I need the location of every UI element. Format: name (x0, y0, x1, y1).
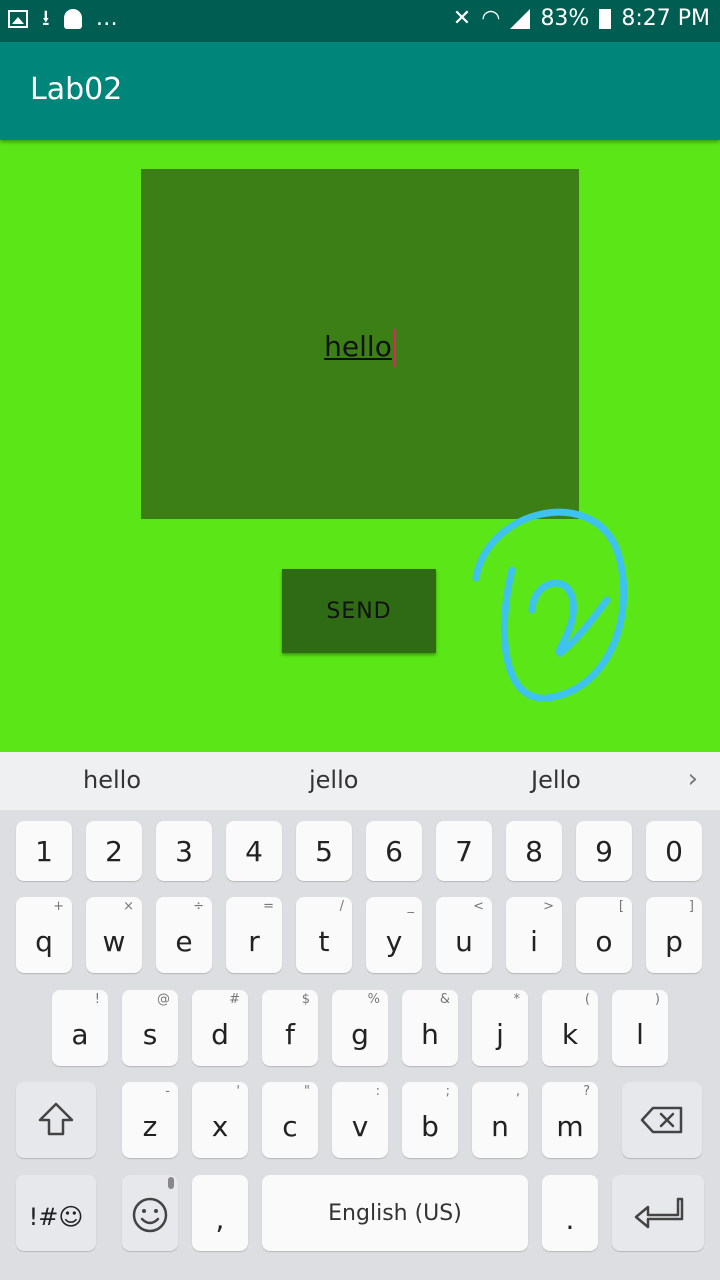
key-1[interactable]: 1 (16, 821, 72, 881)
status-bar: ⭳ … ✕ ◠ 83% 8:27 PM (0, 0, 720, 42)
key-r[interactable]: = r (226, 897, 282, 973)
comma-key[interactable]: , (192, 1175, 248, 1251)
suggestion-2[interactable]: jello (309, 766, 358, 794)
keyboard: 1 2 3 4 5 6 7 8 9 0 + q × w ÷ e = r / t _ y < u… (0, 810, 720, 1280)
emoji-icon (132, 1197, 168, 1233)
key-i[interactable]: > i (506, 897, 562, 973)
text-input-area[interactable]: hello (141, 169, 579, 519)
chevron-right-icon[interactable]: › (688, 764, 698, 794)
key-x[interactable]: ' x (192, 1082, 248, 1158)
key-t[interactable]: / t (296, 897, 352, 973)
space-key[interactable]: English (US) (262, 1175, 528, 1251)
period-key[interactable]: . (542, 1175, 598, 1251)
key-q[interactable]: + q (16, 897, 72, 973)
backspace-icon (640, 1106, 683, 1134)
key-h[interactable]: & h (402, 990, 458, 1066)
key-v[interactable]: :v (332, 1082, 388, 1158)
key-j[interactable]: * j (472, 990, 528, 1066)
key-9[interactable]: 9 (576, 821, 632, 881)
gallery-icon (8, 10, 28, 28)
key-g[interactable]: % g (332, 990, 388, 1066)
signal-icon (510, 8, 531, 29)
key-8[interactable]: 8 (506, 821, 562, 881)
key-l[interactable]: ) l (612, 990, 668, 1066)
shift-icon (38, 1102, 74, 1136)
clock: 8:27 PM (621, 6, 710, 31)
key-w[interactable]: × w (86, 897, 142, 973)
key-c[interactable]: " c (262, 1082, 318, 1158)
snapchat-icon (63, 9, 82, 29)
backspace-key[interactable] (622, 1082, 702, 1158)
vibrate-mute-icon: ✕ (452, 6, 472, 31)
key-y[interactable]: _ y (366, 897, 422, 973)
enter-icon (634, 1197, 684, 1229)
input-value: hello (324, 330, 392, 363)
key-a[interactable]: ! a (52, 990, 108, 1066)
key-o[interactable]: [o (576, 897, 632, 973)
key-3[interactable]: 3 (156, 821, 212, 881)
app-bar: Lab02 (0, 42, 720, 140)
key-z[interactable]: -z (122, 1082, 178, 1158)
key-7[interactable]: 7 (436, 821, 492, 881)
key-n[interactable]: ,n (472, 1082, 528, 1158)
key-0[interactable]: 0 (646, 821, 702, 881)
text-caret (393, 329, 396, 367)
battery-percent: 83% (540, 6, 590, 31)
key-2[interactable]: 2 (86, 821, 142, 881)
key-f[interactable]: $ f (262, 990, 318, 1066)
enter-key[interactable] (612, 1175, 704, 1251)
suggestion-3[interactable]: Jello (531, 766, 581, 794)
text-input[interactable]: hello (141, 329, 579, 367)
emoji-key[interactable] (122, 1175, 178, 1251)
download-icon: ⭳ (42, 6, 50, 31)
wifi-icon: ◠ (481, 6, 501, 31)
key-4[interactable]: 4 (226, 821, 282, 881)
more-dots-icon: … (95, 6, 118, 31)
send-button[interactable]: SEND (282, 569, 436, 653)
key-6[interactable]: 6 (366, 821, 422, 881)
key-b[interactable]: ; b (402, 1082, 458, 1158)
symbols-key[interactable]: !#☺ (16, 1175, 96, 1251)
app-title: Lab02 (30, 72, 123, 107)
shift-key[interactable] (16, 1082, 96, 1158)
microphone-icon (168, 1177, 174, 1189)
handwritten-annotation-circled-2 (472, 508, 628, 702)
battery-charging-icon (599, 8, 612, 29)
suggestion-strip: hello jello Jello › (0, 752, 720, 811)
key-s[interactable]: @ s (122, 990, 178, 1066)
suggestion-1[interactable]: hello (83, 766, 141, 794)
key-m[interactable]: ? m (542, 1082, 598, 1158)
key-p[interactable]: ] p (646, 897, 702, 973)
key-k[interactable]: (k (542, 990, 598, 1066)
key-5[interactable]: 5 (296, 821, 352, 881)
key-u[interactable]: < u (436, 897, 492, 973)
key-d[interactable]: # d (192, 990, 248, 1066)
key-e[interactable]: ÷ e (156, 897, 212, 973)
